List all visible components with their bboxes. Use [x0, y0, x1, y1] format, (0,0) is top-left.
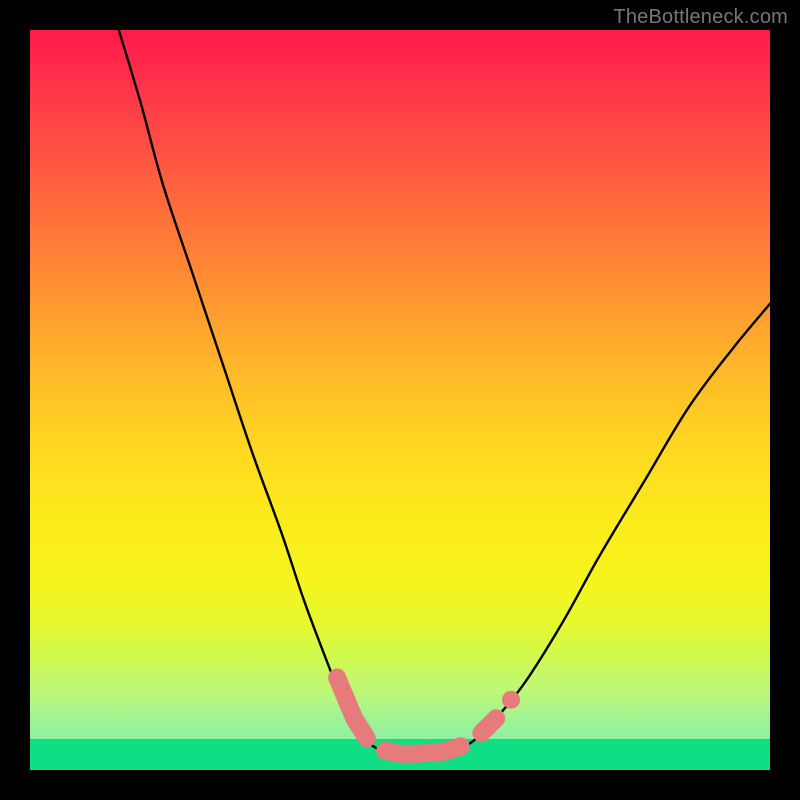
curve-path: [119, 30, 770, 754]
watermark-text: TheBottleneck.com: [613, 6, 788, 29]
marker-pill: [337, 678, 367, 739]
marker-pill: [385, 746, 460, 753]
chart-frame: TheBottleneck.com: [0, 0, 800, 800]
bottleneck-curve: [119, 30, 770, 754]
markers-group: [337, 678, 520, 754]
marker-dot: [502, 691, 520, 709]
plot-area: [30, 30, 770, 770]
marker-pill: [481, 718, 496, 733]
chart-svg: [30, 30, 770, 770]
